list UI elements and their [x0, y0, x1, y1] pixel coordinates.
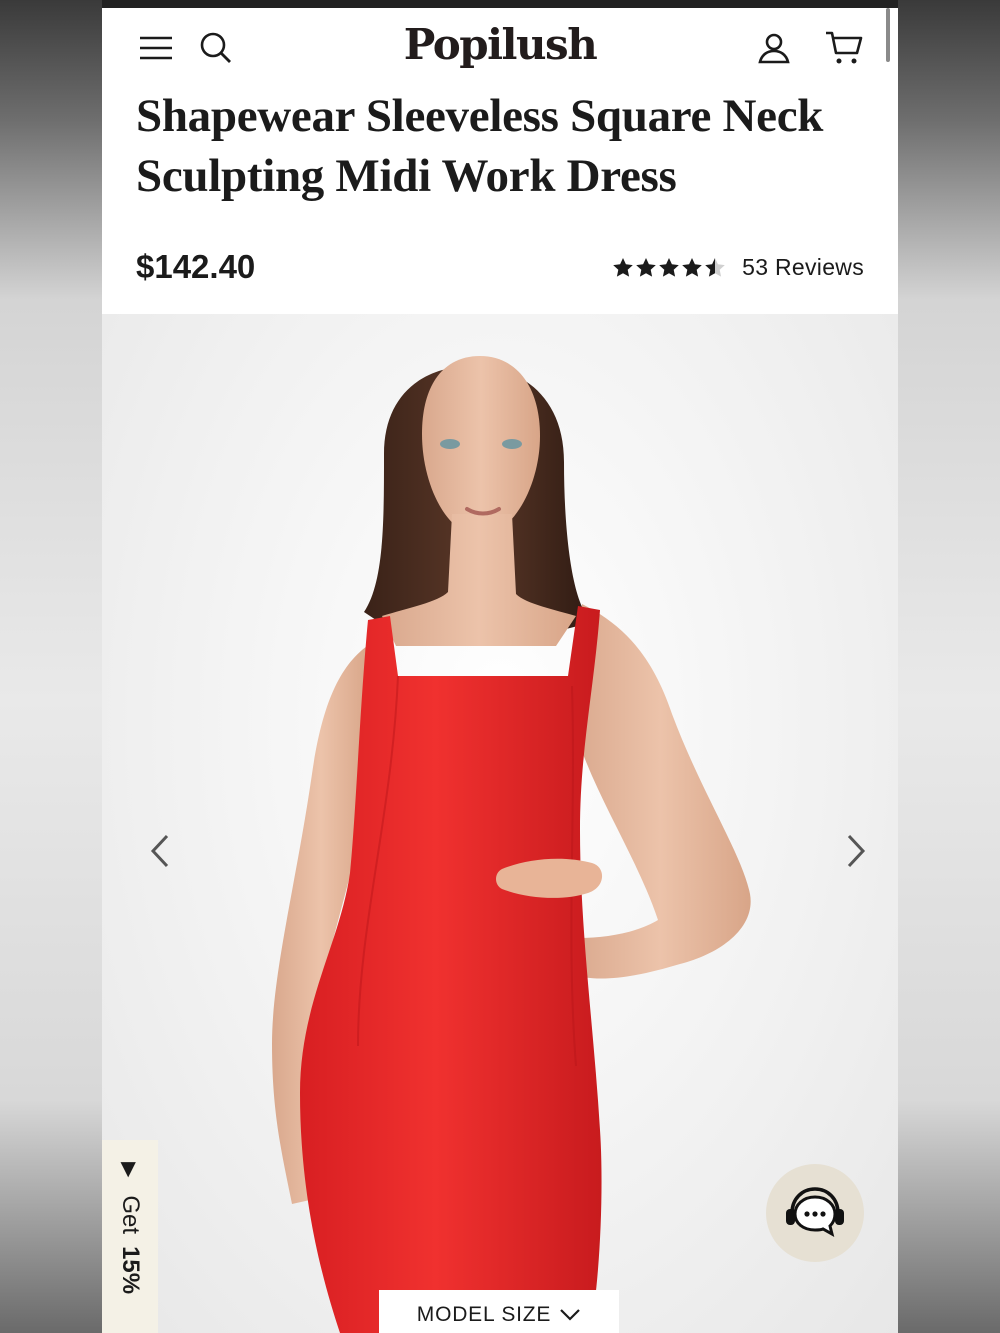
promo-discount: 15%: [117, 1246, 144, 1295]
chevron-right-icon[interactable]: [836, 829, 876, 873]
shopping-cart-icon[interactable]: [824, 28, 864, 68]
promo-label: Get: [117, 1195, 144, 1235]
product-price: $142.40: [136, 248, 256, 285]
star-rating: [612, 257, 726, 279]
product-rating[interactable]: 53 Reviews: [612, 254, 864, 281]
chevron-down-icon: [560, 1309, 580, 1321]
model-size-label: MODEL SIZE: [416, 1303, 552, 1326]
chevron-left-icon[interactable]: [140, 829, 180, 873]
promo-text: ▶ Get 15%: [116, 1162, 144, 1294]
site-header: Popilush: [102, 8, 898, 88]
user-icon[interactable]: [754, 28, 794, 68]
star-icons: [613, 257, 725, 277]
reviews-link[interactable]: 53 Reviews: [742, 254, 864, 281]
chat-support-icon: [786, 1187, 844, 1237]
model-size-toggle[interactable]: MODEL SIZE: [379, 1290, 619, 1333]
discount-promo-tab[interactable]: ▶ Get 15%: [102, 1140, 158, 1333]
product-title: Shapewear Sleeveless Square Neck Sculpti…: [136, 90, 824, 202]
status-bar: [102, 0, 898, 8]
play-arrow-icon: ▶: [118, 1162, 141, 1178]
product-page: Popilush Shapewear Sleeveless Square Nec…: [102, 0, 898, 1333]
chat-support-button[interactable]: [766, 1164, 864, 1262]
